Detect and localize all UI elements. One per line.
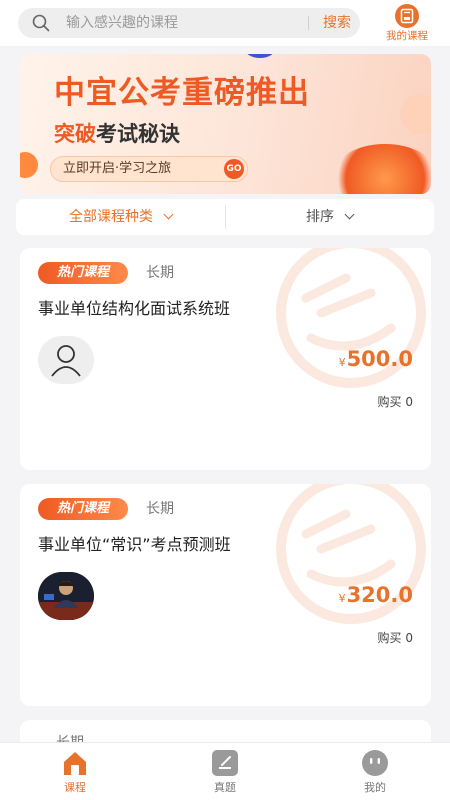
chevron-down-icon xyxy=(163,209,174,220)
go-badge: GO xyxy=(224,159,244,179)
nav-label: 我的 xyxy=(364,781,386,794)
my-courses-icon xyxy=(395,4,419,28)
my-courses-label: 我的课程 xyxy=(386,30,428,42)
search-button[interactable]: 搜索 xyxy=(316,14,358,32)
bottom-navigation: 课程 真题 我的 xyxy=(0,742,450,800)
course-card[interactable]: 热门课程 长期 事业单位“常识”考点预测班 ¥320.0 购买 0 xyxy=(20,484,431,706)
chevron-down-icon xyxy=(344,209,355,220)
price-value: 500.0 xyxy=(346,347,413,371)
nav-tab-questions[interactable]: 真题 xyxy=(175,747,275,799)
person-icon xyxy=(51,345,81,377)
currency-symbol: ¥ xyxy=(338,356,346,369)
price-value: 320.0 xyxy=(346,583,413,607)
course-price: ¥500.0 xyxy=(339,346,413,376)
purchase-count: 购买 0 xyxy=(377,395,413,409)
hot-course-tag: 热门课程 xyxy=(38,262,128,284)
banner-title: 中宜公考重磅推出 xyxy=(54,75,310,111)
banner-cta[interactable]: 立即开启·学习之旅 GO xyxy=(50,156,248,182)
search-bar[interactable]: 输入感兴趣的课程 搜索 xyxy=(18,8,360,38)
banner-decoration xyxy=(400,94,431,134)
banner-subtitle: 突破考试秘诀 xyxy=(54,120,180,148)
edit-icon xyxy=(210,749,240,777)
banner-subtitle-highlight: 突破 xyxy=(54,122,96,146)
search-input[interactable]: 输入感兴趣的课程 xyxy=(66,14,178,32)
purchase-count: 购买 0 xyxy=(377,631,413,645)
filter-bar: 全部课程种类 排序 xyxy=(16,199,434,235)
hot-course-tag: 热门课程 xyxy=(38,498,128,520)
currency-symbol: ¥ xyxy=(338,592,346,605)
sort-dropdown[interactable]: 排序 xyxy=(225,199,434,235)
teacher-avatar xyxy=(38,572,94,620)
nav-tab-courses[interactable]: 课程 xyxy=(25,747,125,799)
course-title: 事业单位“常识”考点预测班 xyxy=(38,535,231,554)
course-period: 长期 xyxy=(146,501,174,517)
teacher-photo xyxy=(38,572,94,620)
profile-face-icon xyxy=(360,749,390,777)
banner-decoration xyxy=(245,54,275,58)
nav-tab-profile[interactable]: 我的 xyxy=(325,747,425,799)
teacher-avatar xyxy=(38,336,94,384)
course-title: 事业单位结构化面试系统班 xyxy=(38,299,231,318)
course-card[interactable]: 热门课程 长期 事业单位结构化面试系统班 ¥500.0 购买 0 xyxy=(20,248,431,470)
search-divider xyxy=(308,16,309,30)
sort-label: 排序 xyxy=(306,209,334,225)
top-bar: 输入感兴趣的课程 搜索 我的课程 xyxy=(0,0,450,46)
banner-decoration xyxy=(330,144,431,194)
promo-banner[interactable]: 中宜公考重磅推出 突破考试秘诀 立即开启·学习之旅 GO xyxy=(20,54,431,194)
course-period: 长期 xyxy=(146,265,174,281)
banner-cta-label: 立即开启·学习之旅 xyxy=(63,161,172,176)
category-dropdown[interactable]: 全部课程种类 xyxy=(16,199,225,235)
banner-subtitle-rest: 考试秘诀 xyxy=(96,122,180,146)
my-courses-button[interactable]: 我的课程 xyxy=(376,4,438,44)
nav-label: 课程 xyxy=(64,781,86,794)
home-icon xyxy=(60,749,90,777)
course-price: ¥320.0 xyxy=(339,582,413,612)
category-label: 全部课程种类 xyxy=(69,209,153,225)
search-icon xyxy=(32,14,50,32)
nav-label: 真题 xyxy=(214,781,236,794)
banner-decoration xyxy=(20,152,38,178)
